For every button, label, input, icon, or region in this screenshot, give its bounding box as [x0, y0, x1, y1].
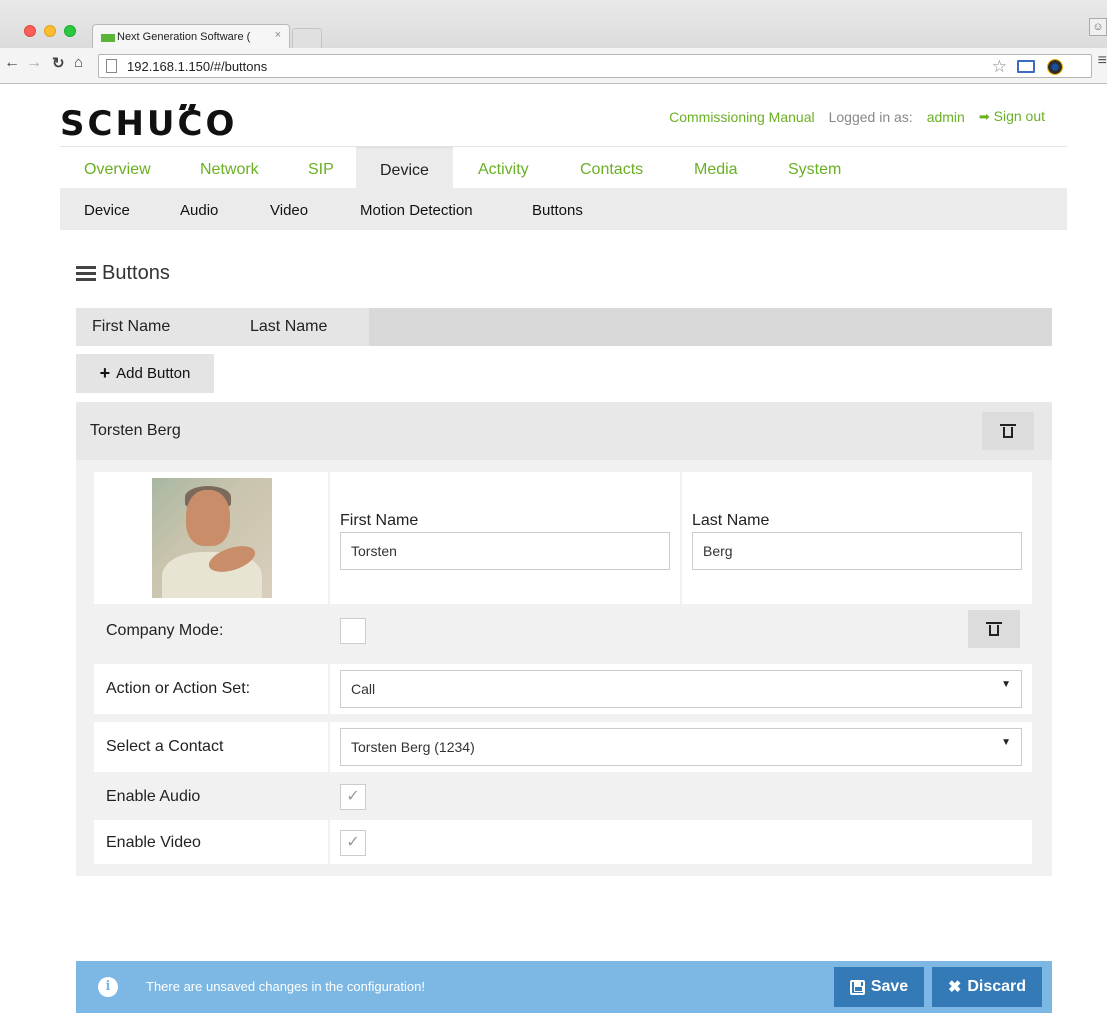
- enable-audio-label: Enable Audio: [106, 788, 201, 805]
- enable-audio-checkbox[interactable]: ✓: [340, 784, 366, 810]
- page-title: Buttons: [76, 262, 170, 285]
- plus-icon: +: [99, 363, 111, 383]
- close-icon: ✖: [947, 979, 962, 996]
- page-icon: [106, 59, 117, 73]
- reload-icon[interactable]: ↻: [52, 54, 65, 72]
- commissioning-manual-link[interactable]: Commissioning Manual: [669, 109, 815, 125]
- username: admin: [926, 108, 965, 125]
- sign-out-label: Sign out: [993, 108, 1045, 124]
- save-button-label: Save: [870, 978, 909, 995]
- sub-navigation: Device Audio Video Motion Detection Butt…: [60, 188, 1067, 230]
- list-icon: [76, 265, 96, 282]
- action-select[interactable]: Call ▼: [340, 670, 1022, 708]
- subnav-video[interactable]: Video: [270, 202, 308, 219]
- sign-out-link[interactable]: ➡ Sign out: [979, 108, 1045, 125]
- action-select-value: Call: [351, 681, 376, 697]
- subnav-buttons[interactable]: Buttons: [532, 202, 583, 219]
- trash-icon: [1000, 424, 1016, 438]
- save-icon: [849, 979, 865, 995]
- chevron-down-icon: ▼: [1001, 679, 1011, 690]
- subnav-device[interactable]: Device: [84, 202, 130, 219]
- unsaved-changes-alert: i There are unsaved changes in the confi…: [76, 961, 1052, 1013]
- contact-select-value: Torsten Berg (1234): [351, 739, 475, 755]
- minimize-window-button[interactable]: [44, 25, 56, 37]
- subnav-motion-detection[interactable]: Motion Detection: [360, 202, 473, 219]
- extension-icon[interactable]: [1047, 59, 1063, 75]
- nav-device[interactable]: Device: [356, 147, 453, 189]
- contact-select-cell: Torsten Berg (1234) ▼: [330, 722, 1032, 772]
- buttons-table-header: First Name Last Name: [76, 308, 1052, 346]
- profile-icon[interactable]: ☺: [1089, 18, 1107, 36]
- star-icon[interactable]: ☆: [992, 57, 1007, 77]
- browser-toolbar: ← → ↻ ⌂ 192.168.1.150/#/buttons ☆ ≡: [0, 48, 1107, 84]
- last-name-label: Last Name: [692, 512, 770, 529]
- header-links: Commissioning Manual Logged in as: admin…: [669, 108, 1045, 125]
- entry-title: Torsten Berg: [90, 422, 181, 439]
- nav-sip[interactable]: SIP: [308, 161, 334, 179]
- nav-system[interactable]: System: [788, 161, 841, 179]
- favicon-icon: [101, 34, 115, 42]
- action-select-cell: Call ▼: [330, 664, 1032, 714]
- column-first-name[interactable]: First Name: [76, 308, 232, 346]
- action-label: Action or Action Set:: [106, 680, 251, 697]
- alert-message: There are unsaved changes in the configu…: [146, 979, 425, 994]
- cast-icon[interactable]: [1017, 60, 1035, 73]
- first-name-input[interactable]: Torsten: [340, 532, 670, 570]
- subnav-audio[interactable]: Audio: [180, 202, 218, 219]
- enable-video-cell: ✓: [330, 820, 1032, 864]
- nav-media[interactable]: Media: [694, 161, 738, 179]
- delete-row-button[interactable]: [968, 610, 1020, 648]
- maximize-window-button[interactable]: [64, 25, 76, 37]
- nav-activity[interactable]: Activity: [478, 161, 529, 179]
- sign-out-icon: ➡: [978, 109, 990, 124]
- new-tab-button[interactable]: [292, 28, 322, 48]
- menu-icon[interactable]: ≡: [1098, 52, 1107, 70]
- button-entry-panel: Torsten Berg First Name Torsten Last Nam…: [76, 402, 1052, 876]
- add-button-label: Add Button: [116, 365, 191, 382]
- contact-label-cell: Select a Contact: [94, 722, 328, 772]
- first-name-label: First Name: [340, 512, 419, 529]
- photo-cell: [94, 472, 328, 604]
- enable-video-label: Enable Video: [106, 834, 201, 851]
- enable-video-checkbox[interactable]: ✓: [340, 830, 366, 856]
- delete-entry-button[interactable]: [982, 412, 1034, 450]
- contact-photo[interactable]: [152, 478, 272, 598]
- tab-close-icon[interactable]: ×: [275, 29, 281, 41]
- company-mode-label: Company Mode:: [106, 622, 224, 639]
- chevron-down-icon: ▼: [1001, 737, 1011, 748]
- main-navigation: Overview Network SIP Device Activity Con…: [60, 146, 1067, 189]
- first-name-cell: First Name Torsten: [330, 472, 680, 604]
- forward-icon[interactable]: →: [26, 54, 42, 72]
- info-icon: i: [98, 977, 118, 997]
- discard-button-label: Discard: [967, 978, 1027, 995]
- add-button[interactable]: + Add Button: [76, 354, 214, 393]
- trash-icon: [986, 622, 1002, 636]
- logo-umlaut: [178, 97, 204, 110]
- entry-header: Torsten Berg: [76, 402, 1052, 460]
- column-last-name[interactable]: Last Name: [232, 308, 369, 346]
- save-button[interactable]: Save: [834, 967, 924, 1007]
- page-title-text: Buttons: [102, 262, 170, 284]
- close-window-button[interactable]: [24, 25, 36, 37]
- nav-network[interactable]: Network: [200, 161, 259, 179]
- contact-select[interactable]: Torsten Berg (1234) ▼: [340, 728, 1022, 766]
- url-text[interactable]: 192.168.1.150/#/buttons: [127, 59, 267, 74]
- back-icon[interactable]: ←: [4, 54, 20, 72]
- contact-label: Select a Contact: [106, 738, 224, 755]
- schuco-logo: SCHUCO: [60, 104, 238, 144]
- enable-video-label-cell: Enable Video: [94, 820, 328, 864]
- home-icon[interactable]: ⌂: [74, 54, 83, 71]
- nav-contacts[interactable]: Contacts: [580, 161, 643, 179]
- nav-overview[interactable]: Overview: [84, 161, 151, 179]
- last-name-cell: Last Name Berg: [682, 472, 1032, 604]
- last-name-input[interactable]: Berg: [692, 532, 1022, 570]
- discard-button[interactable]: ✖ Discard: [932, 967, 1042, 1007]
- address-bar[interactable]: 192.168.1.150/#/buttons ☆: [98, 54, 1092, 78]
- action-label-cell: Action or Action Set:: [94, 664, 328, 714]
- browser-tab[interactable]: Next Generation Software ( ×: [92, 24, 290, 48]
- company-mode-checkbox[interactable]: [340, 618, 366, 644]
- logged-in-label: Logged in as:: [828, 108, 913, 125]
- tab-title: Next Generation Software (: [117, 30, 251, 43]
